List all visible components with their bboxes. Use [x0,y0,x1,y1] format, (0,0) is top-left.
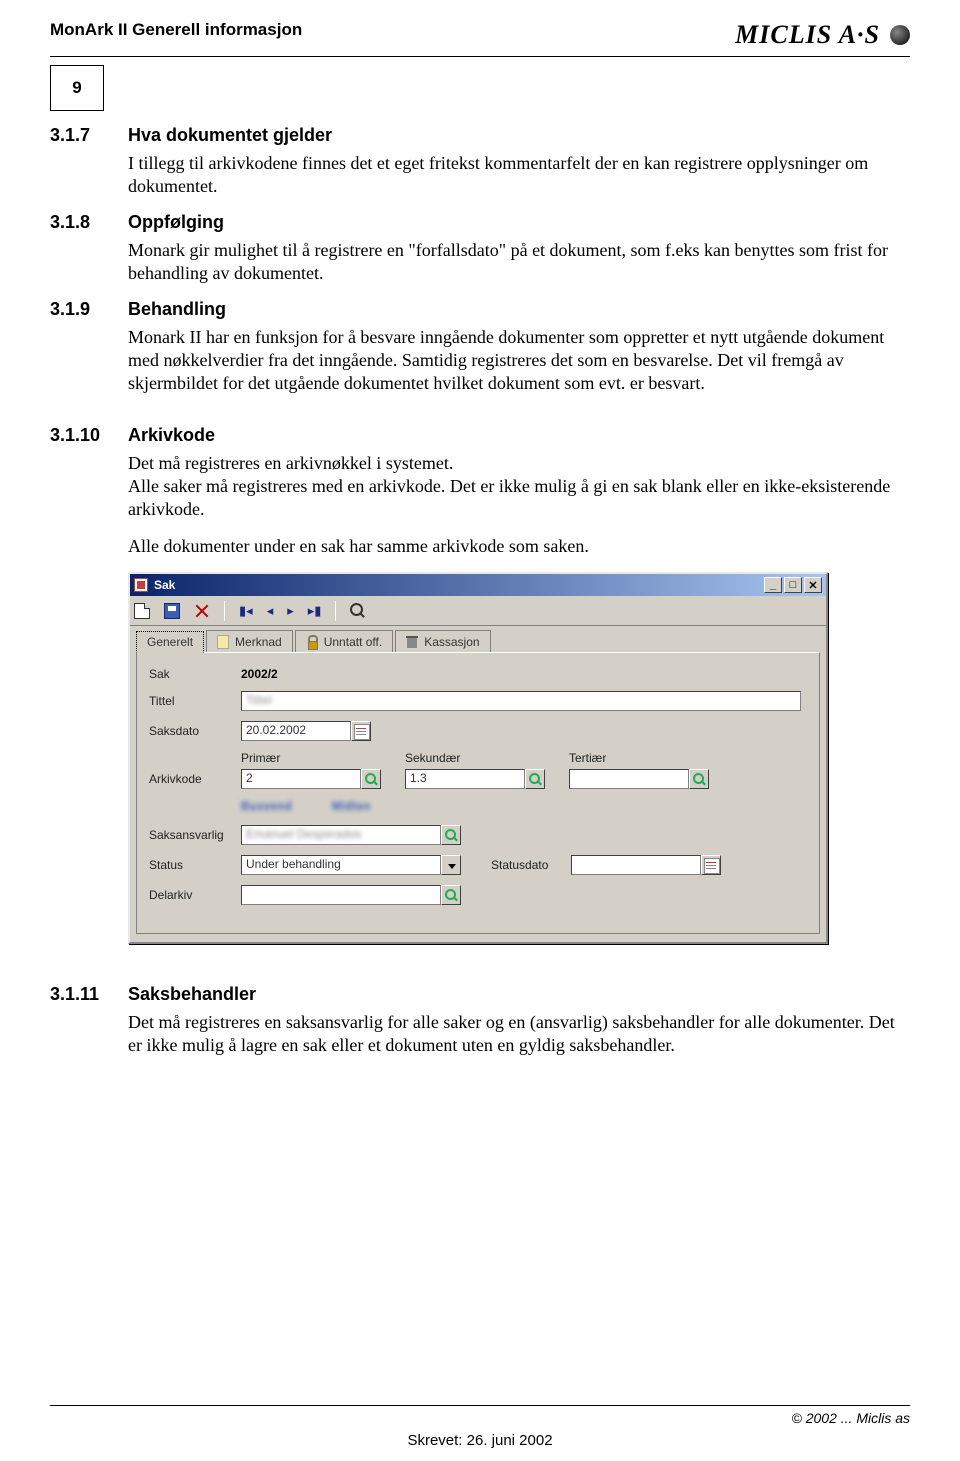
input-primar[interactable]: 2 [241,769,361,789]
window-titlebar: Sak _ □ ✕ [130,574,826,596]
label-saksansvarlig: Saksansvarlig [149,828,241,842]
section-title: Saksbehandler [128,984,256,1005]
note-icon [217,635,229,649]
window-app-icon [134,578,148,592]
binoculars-icon[interactable] [350,603,366,619]
tab-merknad[interactable]: Merknad [206,630,293,652]
label-tittel: Tittel [149,694,241,708]
lookup-tertiar-icon[interactable] [689,769,709,789]
label-saksdato: Saksdato [149,724,241,738]
nav-first-icon[interactable]: ▮◂ [239,603,253,619]
tab-unntatt[interactable]: Unntatt off. [295,630,393,652]
maximize-button[interactable]: □ [784,577,802,593]
label-arkivkode: Arkivkode [149,772,241,786]
label-tertiar: Tertiær [569,751,606,765]
input-saksdato[interactable]: 20.02.2002 [241,721,351,741]
section-title: Hva dokumentet gjelder [128,125,332,146]
label-delarkiv: Delarkiv [149,888,241,902]
calendar-icon[interactable] [351,721,371,741]
blurred-text: Busvend [241,799,292,813]
minimize-button[interactable]: _ [764,577,782,593]
section-number: 3.1.9 [50,299,108,320]
section-number: 3.1.10 [50,425,108,446]
section-paragraph: Monark II har en funksjon for å besvare … [128,326,910,395]
input-tittel[interactable]: Tittel [241,691,801,711]
doc-header-left: MonArk II Generell informasjon [50,20,302,40]
tab-bar: Generelt Merknad Unntatt off. Kassasjon [130,626,826,652]
lookup-sekundar-icon[interactable] [525,769,545,789]
input-statusdato[interactable] [571,855,701,875]
save-icon[interactable] [164,603,180,619]
calendar-statusdato-icon[interactable] [701,855,721,875]
toolbar: ▮◂ ◂ ▸ ▸▮ [130,596,826,626]
section-paragraph: I tillegg til arkivkodene finnes det et … [128,152,910,198]
section-number: 3.1.11 [50,984,108,1005]
window-title: Sak [154,578,175,592]
lookup-delarkiv-icon[interactable] [441,885,461,905]
status-dropdown-icon[interactable] [441,855,461,875]
section-number: 3.1.7 [50,125,108,146]
section-paragraph: Monark gir mulighet til å registrere en … [128,239,910,285]
sak-window: Sak _ □ ✕ ▮◂ ◂ ▸ ▸▮ Generelt Merknad Unn… [128,572,828,944]
input-tertiar[interactable] [569,769,689,789]
header-rule [50,56,910,57]
input-delarkiv[interactable] [241,885,441,905]
nav-last-icon[interactable]: ▸▮ [308,603,322,619]
logo-globe-icon [890,25,910,45]
lookup-saksansvarlig-icon[interactable] [441,825,461,845]
section-paragraph: Det må registreres en arkivnøkkel i syst… [128,452,910,521]
section-paragraph: Alle dokumenter under en sak har samme a… [128,535,910,558]
tab-kassasjon[interactable]: Kassasjon [395,630,490,652]
new-icon[interactable] [134,603,150,619]
label-statusdato: Statusdato [491,858,571,872]
footer-printed: Skrevet: 26. juni 2002 [50,1432,910,1449]
section-paragraph: Det må registreres en saksansvarlig for … [128,1011,910,1057]
form-panel: Sak 2002/2 Tittel Tittel Saksdato 20.02.… [136,652,820,934]
label-sak: Sak [149,667,241,681]
section-title: Behandling [128,299,226,320]
page-number-box: 9 [50,65,104,111]
section-title: Oppfølging [128,212,224,233]
input-sekundar[interactable]: 1.3 [405,769,525,789]
input-saksansvarlig[interactable]: Emanuel Desperados [241,825,441,845]
lookup-primar-icon[interactable] [361,769,381,789]
nav-prev-icon[interactable]: ◂ [267,603,274,619]
footer-rule [50,1405,910,1406]
company-logo: MICLIS A·S [735,20,910,50]
label-status: Status [149,858,241,872]
section-number: 3.1.8 [50,212,108,233]
section-title: Arkivkode [128,425,215,446]
value-sak: 2002/2 [241,667,278,681]
delete-icon[interactable] [194,603,210,619]
blurred-text: Midten [332,799,371,813]
nav-next-icon[interactable]: ▸ [287,603,294,619]
input-status[interactable]: Under behandling [241,855,441,875]
label-primar: Primær [241,751,405,765]
tab-generelt[interactable]: Generelt [136,631,204,653]
footer-copyright: © 2002 ... Miclis as [50,1410,910,1426]
trash-icon [406,635,418,649]
label-sekundar: Sekundær [405,751,569,765]
lock-icon [306,635,318,649]
close-button[interactable]: ✕ [804,577,822,593]
